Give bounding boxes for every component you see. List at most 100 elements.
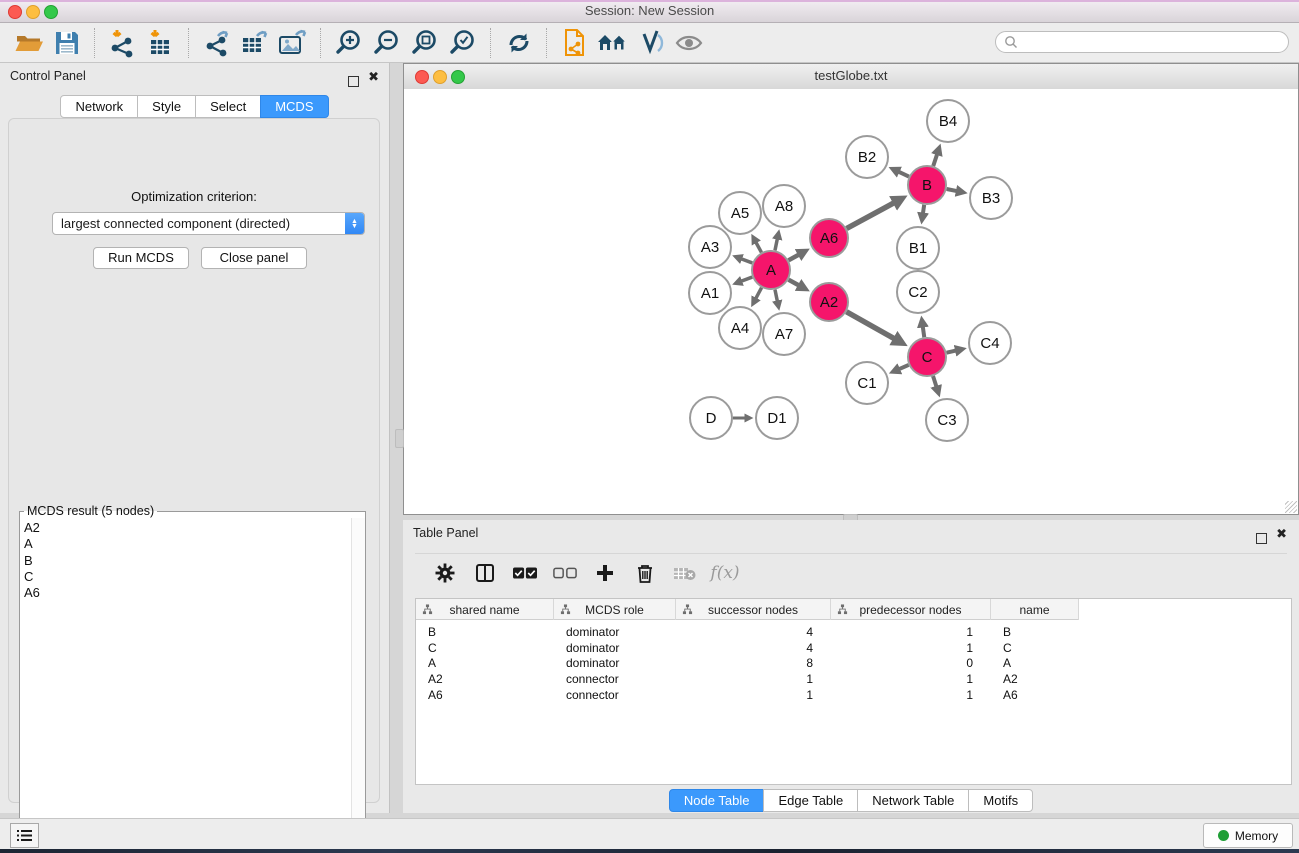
close-panel-button[interactable]: Close panel [201, 247, 307, 269]
tab-network-table[interactable]: Network Table [857, 789, 969, 812]
column-header-successor-nodes[interactable]: successor nodes [676, 599, 831, 620]
unchecked-boxes-icon [553, 566, 577, 580]
show-columns-button[interactable] [473, 561, 497, 585]
edge-A2-C[interactable] [846, 312, 899, 342]
edge-B-B1[interactable] [922, 205, 924, 218]
tab-network[interactable]: Network [60, 95, 138, 118]
memory-button[interactable]: Memory [1203, 823, 1293, 848]
export-table-button[interactable] [236, 26, 274, 60]
table-row[interactable]: Adominator80A [416, 655, 1079, 671]
tab-style[interactable]: Style [137, 95, 196, 118]
result-item[interactable]: C [24, 569, 352, 585]
delete-column-button[interactable] [633, 561, 657, 585]
document-network-icon [560, 27, 590, 59]
column-header-MCDS-role[interactable]: MCDS role [554, 599, 676, 620]
table-settings-button[interactable] [433, 561, 457, 585]
control-panel-header: Control Panel ✖ [0, 63, 389, 89]
edge-A-A2[interactable] [789, 280, 803, 288]
network-canvas[interactable]: AA6A2BCA5A8A3A1A4A7B2B4B3B1C2C4C1C3DD1 [404, 89, 1298, 514]
edge-A-A5[interactable] [754, 239, 761, 252]
edge-A-A7[interactable] [775, 290, 778, 305]
cell-shared-name: A6 [416, 687, 554, 703]
tab-motifs[interactable]: Motifs [968, 789, 1033, 812]
select-all-button[interactable] [513, 561, 537, 585]
search-field[interactable] [995, 31, 1289, 53]
birds-eye-button[interactable] [594, 26, 632, 60]
edge-A6-B[interactable] [847, 200, 899, 228]
edge-A-A4[interactable] [754, 288, 761, 302]
toolbar-separator [94, 28, 96, 58]
node-label-B4: B4 [939, 113, 957, 130]
network-window-titlebar[interactable]: testGlobe.txt [404, 64, 1298, 90]
delete-table-button[interactable] [673, 561, 697, 585]
table-row[interactable]: A2connector11A2 [416, 671, 1079, 687]
zoom-fit-button[interactable] [406, 26, 444, 60]
tab-select[interactable]: Select [195, 95, 261, 118]
edge-C-C4[interactable] [947, 350, 960, 353]
table-row[interactable]: Bdominator41B [416, 624, 1079, 640]
open-session-button[interactable] [10, 26, 48, 60]
float-table-panel-button[interactable] [1256, 527, 1267, 553]
edge-B-B4[interactable] [933, 150, 938, 166]
zoom-out-button[interactable] [368, 26, 406, 60]
edge-A-A1[interactable] [738, 277, 752, 282]
edge-A-A8[interactable] [775, 235, 778, 250]
hide-graphics-button[interactable] [632, 26, 670, 60]
cell-name: A6 [991, 687, 1079, 703]
edge-B-B3[interactable] [947, 189, 961, 192]
zoom-selected-button[interactable] [444, 26, 482, 60]
import-network-button[interactable] [104, 26, 142, 60]
zoom-in-button[interactable] [330, 26, 368, 60]
import-table-button[interactable] [142, 26, 180, 60]
optimization-criterion-select[interactable]: largest connected component (directed) ▲… [52, 212, 365, 235]
result-item[interactable]: A2 [24, 520, 352, 536]
tab-edge-table[interactable]: Edge Table [763, 789, 858, 812]
close-table-panel-button[interactable]: ✖ [1276, 528, 1287, 539]
save-session-button[interactable] [48, 26, 86, 60]
network-overview-button[interactable] [556, 26, 594, 60]
result-scrollbar[interactable] [351, 518, 365, 835]
tab-node-table[interactable]: Node Table [669, 789, 765, 812]
edge-A-A6[interactable] [789, 252, 803, 260]
float-panel-button[interactable] [348, 70, 359, 96]
cell-shared-name: A2 [416, 671, 554, 687]
edge-C-C2[interactable] [922, 323, 924, 337]
optimization-criterion-label: Optimization criterion: [9, 189, 379, 204]
tab-mcds[interactable]: MCDS [260, 95, 328, 118]
edge-C-C1[interactable] [895, 365, 908, 371]
column-header-predecessor-nodes[interactable]: predecessor nodes [831, 599, 991, 620]
table-row[interactable]: Cdominator41C [416, 640, 1079, 656]
close-panel-button[interactable]: ✖ [368, 71, 379, 82]
node-label-A1: A1 [701, 285, 719, 302]
result-item[interactable]: A6 [24, 585, 352, 601]
edge-C-C3[interactable] [933, 376, 938, 390]
task-history-button[interactable] [10, 823, 39, 848]
eye-icon [674, 30, 704, 56]
eye-slash-icon [636, 29, 666, 57]
result-item[interactable]: A [24, 536, 352, 552]
function-builder-button[interactable]: f(x) [713, 561, 737, 585]
apply-layout-button[interactable] [500, 26, 538, 60]
column-label: successor nodes [708, 603, 798, 617]
window-resize-grip[interactable] [1285, 501, 1297, 513]
edge-A-A3[interactable] [738, 258, 752, 263]
search-input[interactable] [1023, 34, 1288, 50]
show-graphics-button[interactable] [670, 26, 708, 60]
column-header-shared-name[interactable]: shared name [416, 599, 554, 620]
network-window-title: testGlobe.txt [404, 68, 1298, 83]
mcds-result-list[interactable]: A2ABCA6 [20, 518, 352, 835]
export-image-button[interactable] [274, 26, 312, 60]
edge-B-B2[interactable] [895, 170, 909, 176]
result-item[interactable]: B [24, 553, 352, 569]
run-mcds-button[interactable]: Run MCDS [93, 247, 189, 269]
cell-predecessor-nodes: 1 [831, 687, 991, 703]
network-graph[interactable]: AA6A2BCA5A8A3A1A4A7B2B4B3B1C2C4C1C3DD1 [404, 89, 1298, 514]
add-column-button[interactable] [593, 561, 617, 585]
export-network-button[interactable] [198, 26, 236, 60]
vertical-splitter-grip[interactable] [395, 429, 404, 448]
cell-MCDS-role: dominator [554, 624, 676, 640]
deselect-all-button[interactable] [553, 561, 577, 585]
table-row[interactable]: A6connector11A6 [416, 687, 1079, 703]
column-header-name[interactable]: name [991, 599, 1079, 620]
mcds-result-group: MCDS result (5 nodes) A2ABCA6 [19, 504, 366, 836]
